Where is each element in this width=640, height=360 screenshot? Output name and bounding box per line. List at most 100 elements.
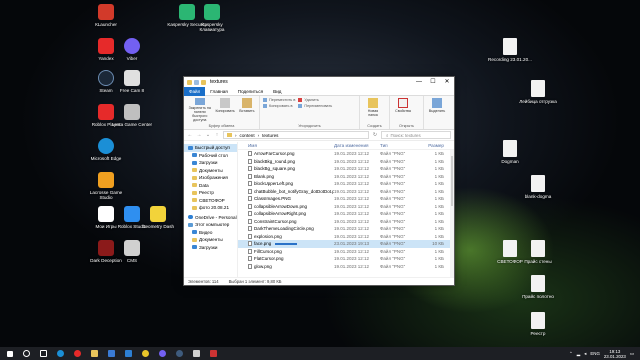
file-row[interactable]: face.png 23.01.2023 19:13 Файл "PNG" 10 КБ: [238, 240, 454, 248]
desktop-icon-klauncher[interactable]: КLauncher: [84, 4, 128, 27]
tab-view[interactable]: Вид: [268, 87, 286, 96]
nav-reestr[interactable]: Реестр: [184, 189, 237, 197]
nav-onedrive[interactable]: OneDrive - Personal: [184, 214, 237, 222]
roblox-icon[interactable]: [191, 348, 202, 359]
desktop-icon-cms[interactable]: CMS: [110, 240, 154, 263]
desktop-icon-free-cam[interactable]: Free Cam 8: [110, 70, 154, 93]
desktop-icon-viber[interactable]: Viber: [110, 38, 154, 61]
file-row[interactable]: blackBg_square.png 19.01.2023 12:12 Файл "…: [238, 165, 454, 173]
scrollbar-thumb[interactable]: [451, 156, 453, 206]
yandex-icon[interactable]: [72, 348, 83, 359]
store-icon[interactable]: [106, 348, 117, 359]
tab-home[interactable]: Главная: [205, 87, 232, 96]
search-icon[interactable]: [21, 348, 32, 359]
address-bar[interactable]: › content › textures: [223, 131, 369, 139]
mail-icon[interactable]: [123, 348, 134, 359]
breadcrumb-content[interactable]: content: [240, 133, 255, 138]
properties-icon[interactable]: [194, 79, 199, 85]
desktop-icon-kaspersky-keyboard[interactable]: Kaspersky Клавиатура: [190, 4, 234, 32]
explorer-icon[interactable]: [89, 348, 100, 359]
desktop-icon-edge[interactable]: Microsoft Edge: [84, 138, 128, 161]
maximize-button[interactable]: ☐: [426, 77, 440, 87]
back-button[interactable]: ←: [187, 132, 193, 138]
new-folder-button[interactable]: Новая папка: [363, 98, 383, 122]
file-row[interactable]: ClassImages.PNG 19.01.2023 12:12 Файл "PNG…: [238, 195, 454, 203]
file-row[interactable]: Blank.png 19.01.2023 12:12 Файл "PNG" 1 КБ: [238, 173, 454, 181]
nav-svetofor[interactable]: СВЕТОФОР: [184, 197, 237, 205]
nav-documents[interactable]: Документы: [184, 167, 237, 175]
paste-button[interactable]: Вставить: [238, 98, 256, 122]
copy-button[interactable]: Копировать: [215, 98, 235, 122]
breadcrumb-textures[interactable]: textures: [262, 133, 278, 138]
chrome-icon[interactable]: [140, 348, 151, 359]
steam-icon[interactable]: [174, 348, 185, 359]
desktop-icon-blank-dogma[interactable]: blank-dogma: [516, 175, 560, 199]
recent-dropdown[interactable]: ⌄: [205, 132, 211, 138]
desktop-icon-price-walls[interactable]: Прайс стены: [516, 240, 560, 264]
nav-pictures[interactable]: Изображения: [184, 174, 237, 182]
file-row[interactable]: ArrowFarCursor.png 19.01.2023 12:12 Файл "…: [238, 150, 454, 158]
column-name[interactable]: Имя: [242, 143, 334, 148]
properties-button[interactable]: Свойства: [393, 98, 413, 122]
file-row[interactable]: DarkThemeLoadingCircle.png 19.01.2023 12:…: [238, 225, 454, 233]
network-icon[interactable]: ▂: [577, 351, 580, 357]
tab-share[interactable]: Поделиться: [233, 87, 268, 96]
edge-icon[interactable]: [55, 348, 66, 359]
nav-video[interactable]: Видео: [184, 229, 237, 237]
refresh-button[interactable]: ↻: [372, 132, 378, 138]
task-view-icon[interactable]: [38, 348, 49, 359]
nav-downloads[interactable]: Загрузки: [184, 159, 237, 167]
nav-this-pc[interactable]: Этот компьютер: [184, 221, 237, 229]
delete-button[interactable]: Удалить: [298, 98, 332, 102]
file-row[interactable]: blockUpperLeft.png 19.01.2023 12:12 Файл "…: [238, 180, 454, 188]
pin-button[interactable]: Закрепить на панели быстрого доступа: [187, 98, 212, 122]
select-button[interactable]: Выделить: [427, 98, 447, 122]
file-row[interactable]: chatBubble_bot_notifyGray_dotDotDot.p...…: [238, 188, 454, 196]
desktop-icon-dogman[interactable]: Dogman: [488, 140, 532, 164]
desktop-icon-price-cloth[interactable]: Прайс полотно: [516, 275, 560, 299]
search-input[interactable]: ⌕ Поиск: textures: [381, 131, 451, 139]
rename-edit-field[interactable]: [275, 243, 298, 245]
file-row[interactable]: FlatCursor.png 19.01.2023 12:12 Файл "PNG"…: [238, 255, 454, 263]
desktop-icon-lesta[interactable]: Lesta Game Center: [110, 104, 154, 127]
volume-icon[interactable]: ◂: [584, 351, 586, 357]
tab-file[interactable]: Файл: [184, 86, 206, 96]
file-row[interactable]: blackBkg_round.png 19.01.2023 12:12 Файл "…: [238, 158, 454, 166]
up-button[interactable]: ↑: [214, 132, 220, 138]
forward-button[interactable]: →: [196, 132, 202, 138]
start-icon[interactable]: [4, 348, 15, 359]
new-folder-icon[interactable]: [201, 79, 206, 85]
file-row[interactable]: explosion.png 19.01.2023 12:12 Файл "PNG" 1…: [238, 233, 454, 241]
desktop-icon-recording[interactable]: Recording 23.01.20...: [488, 38, 532, 62]
rename-button[interactable]: Переименовать: [298, 104, 332, 108]
language-indicator[interactable]: ENG: [590, 351, 600, 356]
column-date[interactable]: Дата изменения: [334, 143, 380, 148]
desktop-icon-lacrosse[interactable]: Lacrosse Game Studio: [84, 172, 128, 200]
title-bar[interactable]: textures — ☐ ✕: [184, 77, 454, 87]
viber-icon[interactable]: [157, 348, 168, 359]
file-row[interactable]: FillCursor.png 19.01.2023 12:12 Файл "PNG"…: [238, 248, 454, 256]
nav-pc-downloads[interactable]: Загрузки: [184, 244, 237, 252]
notification-icon[interactable]: ▭: [630, 351, 634, 357]
copy-to-button[interactable]: Копировать в: [263, 104, 295, 108]
move-to-button[interactable]: Переместить в: [263, 98, 295, 102]
desktop-icon-geometry-dash[interactable]: Geometry Dash: [136, 206, 180, 229]
chevron-up-icon[interactable]: ⌃: [569, 351, 573, 357]
file-row[interactable]: glow.png 19.01.2023 12:12 Файл "PNG" 1 КБ: [238, 263, 454, 271]
nav-quick-access[interactable]: Быстрый доступ: [184, 144, 237, 152]
nav-pc-documents[interactable]: Документы: [184, 236, 237, 244]
clock[interactable]: 19:13 23.01.2023: [604, 349, 626, 359]
nav-desktop[interactable]: Рабочий стол: [184, 152, 237, 160]
desktop-icon-leybitsa[interactable]: Лейбица отгрузка: [516, 80, 560, 104]
file-row[interactable]: collapsibleArrowRight.png 19.01.2023 12:1…: [238, 210, 454, 218]
column-type[interactable]: Тип: [380, 143, 424, 148]
vertical-scrollbar[interactable]: [450, 150, 454, 277]
camera-icon[interactable]: [208, 348, 219, 359]
file-row[interactable]: collapsibleArrowDown.png 19.01.2023 12:12…: [238, 203, 454, 211]
nav-photo[interactable]: фото 20.08.21: [184, 204, 237, 212]
nav-data[interactable]: Data: [184, 182, 237, 190]
file-row[interactable]: ConstraintCursor.png 19.01.2023 12:12 Файл…: [238, 218, 454, 226]
desktop-icon-reestr[interactable]: Реестр: [516, 312, 560, 336]
close-button[interactable]: ✕: [440, 77, 454, 87]
column-size[interactable]: Размер: [424, 143, 444, 148]
